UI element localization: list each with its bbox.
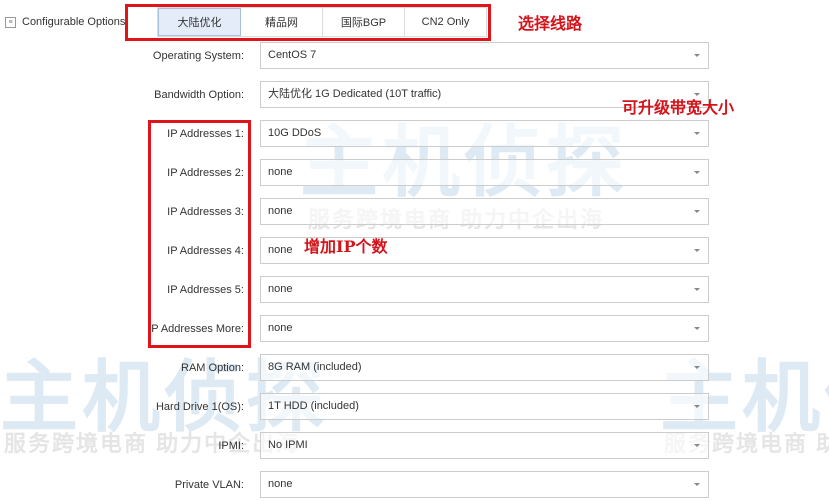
option-select[interactable]: none [260, 471, 709, 498]
option-value: CentOS 7 [268, 49, 317, 61]
annotation-box-ip-labels [148, 120, 251, 348]
watermark-logo: 主机侦探 [0, 353, 329, 441]
option-select[interactable]: none [260, 315, 709, 342]
annotation-box-tabs [125, 4, 491, 41]
dropdown-caret-icon [694, 366, 700, 369]
option-select[interactable]: 8G RAM (included) [260, 354, 709, 381]
option-label: Private VLAN: [174, 479, 244, 491]
option-select[interactable]: CentOS 7 [260, 42, 709, 69]
dropdown-caret-icon [694, 288, 700, 291]
option-select[interactable]: none [260, 198, 709, 225]
option-row: IP Addresses 5: none [0, 276, 829, 306]
option-label: Hard Drive 1(OS): [155, 401, 244, 413]
option-value: No IPMI [268, 439, 308, 451]
dropdown-caret-icon [694, 249, 700, 252]
option-label: IPMI: [218, 440, 244, 452]
option-row: IP Addresses 2: none [0, 159, 829, 189]
dropdown-caret-icon [694, 210, 700, 213]
option-select[interactable]: 10G DDoS [260, 120, 709, 147]
option-value: none [268, 166, 293, 178]
option-value: 8G RAM (included) [268, 361, 362, 373]
dropdown-caret-icon [694, 132, 700, 135]
option-row: IP Addresses More: none [0, 315, 829, 345]
configurable-options-header[interactable]: ≡ Configurable Options [5, 16, 125, 28]
option-value: none [268, 283, 293, 295]
option-value: none [268, 478, 293, 490]
dropdown-caret-icon [694, 327, 700, 330]
annotation-route: 选择线路 [518, 14, 583, 33]
option-row: RAM Option: 8G RAM (included) [0, 354, 829, 384]
collapse-icon[interactable]: ≡ [5, 16, 16, 28]
dropdown-caret-icon [694, 483, 700, 486]
dropdown-caret-icon [694, 171, 700, 174]
option-row: Private VLAN: none [0, 471, 829, 501]
option-row: IP Addresses 4: none [0, 237, 829, 267]
section-title: Configurable Options [22, 16, 126, 28]
option-value: none [268, 322, 293, 334]
option-value: none [268, 205, 293, 217]
option-select[interactable]: none [260, 159, 709, 186]
option-select[interactable]: none [260, 276, 709, 303]
annotation-bandwidth: 可升级带宽大小 [622, 98, 735, 117]
option-value: none [268, 244, 293, 256]
option-row: IP Addresses 3: none [0, 198, 829, 228]
watermark-logo: 主机侦探 [300, 100, 628, 212]
option-select[interactable]: 1T HDD (included) [260, 393, 709, 420]
option-row: Hard Drive 1(OS): 1T HDD (included) [0, 393, 829, 423]
dropdown-caret-icon [694, 54, 700, 57]
option-value: 1T HDD (included) [268, 400, 359, 412]
option-value: 10G DDoS [268, 127, 322, 139]
option-row: IPMI: No IPMI [0, 432, 829, 462]
option-label: Operating System: [152, 50, 244, 62]
option-row: Operating System: CentOS 7 [0, 42, 829, 72]
annotation-ip: 增加IP个数 [304, 237, 388, 256]
option-label: Bandwidth Option: [154, 89, 244, 101]
option-label: RAM Option: [181, 362, 244, 374]
option-select[interactable]: No IPMI [260, 432, 709, 459]
dropdown-caret-icon [694, 444, 700, 447]
dropdown-caret-icon [694, 405, 700, 408]
option-value: 大陆优化 1G Dedicated (10T traffic) [268, 88, 442, 100]
option-row: IP Addresses 1: 10G DDoS [0, 120, 829, 150]
watermark-logo: 主机侦探 [660, 353, 829, 441]
